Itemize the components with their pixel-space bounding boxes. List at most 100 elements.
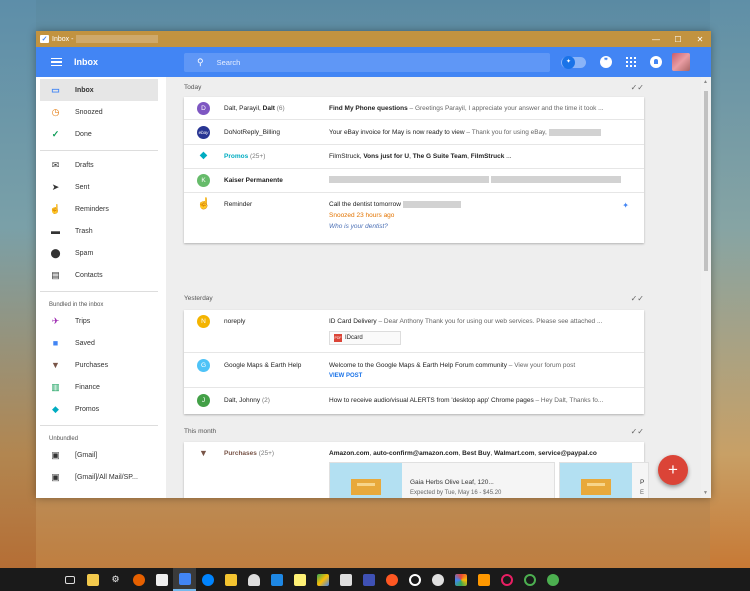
redacted-subject [329,176,634,183]
divider [40,425,158,426]
list-item[interactable]: N noreply ID Card Delivery – Dear Anthon… [184,310,644,353]
sidebar-item-sent[interactable]: ➤ Sent [36,176,166,198]
sidebar-item-finance[interactable]: ▥ Finance [36,376,166,398]
compose-button[interactable]: + [658,455,688,485]
maps-icon[interactable] [311,568,334,591]
scroll-up-icon[interactable]: ▲ [703,79,708,85]
sender: Google Maps & Earth Help [224,362,302,369]
app-icon[interactable] [495,568,518,591]
notifications-icon[interactable] [650,56,662,68]
subject: ID Card Delivery – Dear Anthony Thank yo… [329,318,603,325]
sticky-notes-icon[interactable] [288,568,311,591]
sidebar-item-spam[interactable]: ⬤ Spam [36,242,166,264]
sender: DoNotReply_Billing [224,129,280,136]
view-post-button[interactable]: VIEW POST [329,373,362,379]
tag-icon: ◆ [199,150,208,161]
sidebar-item-drafts[interactable]: ✉ Drafts [36,154,166,176]
list-item[interactable]: D Dalt, Parayil, Dalt (6) Find My Phone … [184,97,644,120]
section-this-month: This month ✓✓ [184,426,644,436]
messenger-icon[interactable] [196,568,219,591]
app-bar: Inbox ⚲ Search ✦ ❞ [36,47,711,77]
music-icon[interactable] [380,568,403,591]
account-avatar[interactable] [672,53,690,71]
settings-gear-icon[interactable]: ⚙ [104,568,127,591]
sidebar-item-done[interactable]: ✓ Done [36,123,166,145]
search-input[interactable]: ⚲ Search [184,53,550,72]
list-item[interactable]: ◆ Promos (25+) FilmStruck, Vons just for… [184,145,644,169]
plane-icon: ✈ [51,315,60,326]
sweep-done-icon[interactable]: ✓✓ [631,427,644,436]
avatar: K [197,174,210,187]
label-icon: ▣ [51,449,60,460]
people-icon[interactable] [242,568,265,591]
sidebar-item-contacts[interactable]: ▤ Contacts [36,264,166,286]
sidebar-item-trash[interactable]: ▬ Trash [36,220,166,242]
app-icon[interactable] [541,568,564,591]
paint-icon[interactable] [472,568,495,591]
inbox-taskbar-icon[interactable] [173,568,196,591]
inbox-window: ✓ Inbox - — ☐ ✕ Inbox ⚲ Search ✦ ❞ ▭ Inb… [36,31,711,498]
unbundled-section-label: Unbundled [49,436,79,442]
list-item[interactable]: ☝ Reminder Call the dentist tomorrow Sno… [184,193,644,240]
sidebar-item-gmail-all-mail[interactable]: ▣ [Gmail]/All Mail/SP... [36,466,166,488]
window-title: Inbox - [52,35,74,43]
subject: Call the dentist tomorrow [329,201,634,208]
close-button[interactable]: ✕ [689,35,711,44]
pin-toggle[interactable]: ✦ [561,55,586,69]
sidebar-item-promos[interactable]: ◆ Promos [36,398,166,420]
purchase-card[interactable]: Gaia Herbs Olive Leaf, 120... Expected b… [329,462,555,498]
sidebar-item-inbox[interactable]: ▭ Inbox [40,79,158,101]
purchases-senders: Amazon.com, auto-confirm@amazon.com, Bes… [329,450,597,457]
calculator-icon[interactable] [334,568,357,591]
photos-icon[interactable] [449,568,472,591]
attachment-chip[interactable]: PDF IDcard [329,331,401,345]
app-icon[interactable] [518,568,541,591]
sidebar-item-gmail[interactable]: ▣ [Gmail] [36,444,166,466]
list-item[interactable]: K Kaiser Permanente [184,169,644,193]
pin-icon: ✦ [562,55,575,69]
sidebar-item-trips[interactable]: ✈ Trips [36,310,166,332]
contacts-icon: ▤ [51,269,60,280]
title-bar[interactable]: ✓ Inbox - — ☐ ✕ [36,31,711,47]
pin-icon[interactable]: ✦ [622,201,629,210]
bookmark-icon: ■ [52,338,59,348]
reminder-link[interactable]: Who is your dentist? [329,223,634,230]
list-item[interactable]: ebay DoNotReply_Billing Your eBay invoic… [184,120,644,145]
product-image [330,463,402,498]
menu-icon[interactable] [51,56,62,69]
sidebar-item-snoozed[interactable]: ◷ Snoozed [36,101,166,123]
section-yesterday: Yesterday ✓✓ [184,293,644,303]
mail-icon[interactable] [150,568,173,591]
subject: How to receive audio/visual ALERTS from … [329,397,604,404]
media-icon[interactable] [403,568,426,591]
sweep-done-icon[interactable]: ✓✓ [631,83,644,92]
product-title: Gaia Herbs Olive Leaf, 120... [410,479,494,486]
purchase-card[interactable]: P E [559,462,649,498]
sidebar-item-reminders[interactable]: ☝ Reminders [36,198,166,220]
notes-icon[interactable] [219,568,242,591]
sidebar-item-purchases[interactable]: ▼ Purchases [36,354,166,376]
hangouts-icon[interactable]: ❞ [600,56,612,68]
list-item[interactable]: ▼ Purchases (25+) Amazon.com, auto-confi… [184,442,649,498]
label-icon: ▣ [51,471,60,482]
sweep-done-icon[interactable]: ✓✓ [631,294,644,303]
list-item[interactable]: G Google Maps & Earth Help Welcome to th… [184,353,644,388]
sidebar-item-saved[interactable]: ■ Saved [36,332,166,354]
page-title: Inbox [74,57,98,67]
scroll-down-icon[interactable]: ▼ [703,490,708,496]
vertical-scrollbar[interactable]: ▲ ▼ [701,77,711,498]
file-explorer-icon[interactable] [81,568,104,591]
drafts-icon: ✉ [51,159,60,170]
list-item[interactable]: J Dalt, Johnny (2) How to receive audio/… [184,388,644,414]
scroll-thumb[interactable] [704,91,708,271]
maximize-button[interactable]: ☐ [667,35,689,44]
apps-grid-icon[interactable] [626,57,636,67]
firefox-icon[interactable] [127,568,150,591]
desktop-background [710,0,750,568]
document-icon[interactable] [357,568,380,591]
itunes-icon[interactable] [426,568,449,591]
minimize-button[interactable]: — [645,35,667,44]
calendar-icon[interactable] [265,568,288,591]
task-view-icon[interactable] [58,568,81,591]
sender: Promos (25+) [224,153,266,160]
